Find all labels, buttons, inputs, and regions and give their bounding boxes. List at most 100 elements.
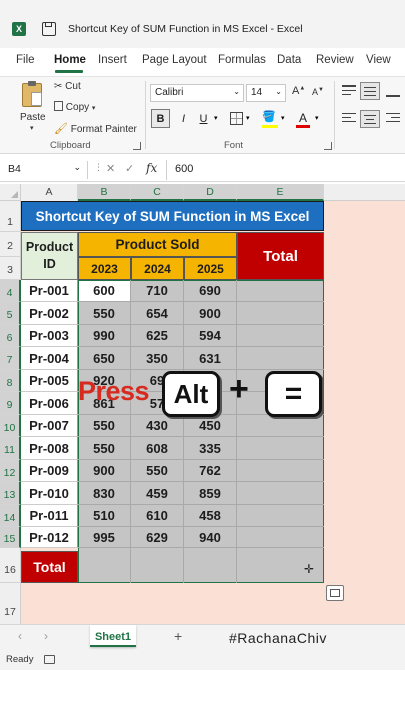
underline-dropdown-icon[interactable]: ▾ — [214, 114, 218, 122]
tab-review[interactable]: Review — [316, 54, 354, 66]
font-size-combo[interactable]: 14 ⌄ — [246, 84, 286, 102]
product-id-cell[interactable]: Pr-011 — [21, 505, 78, 527]
title-banner[interactable]: Shortcut Key of SUM Function in MS Excel — [21, 201, 324, 231]
align-left-icon[interactable] — [342, 113, 356, 125]
total-header[interactable]: Total — [237, 232, 324, 280]
sales-value-cell[interactable]: 762 — [184, 460, 237, 482]
align-center-icon[interactable] — [360, 110, 380, 128]
sales-value-cell[interactable]: 625 — [131, 325, 184, 347]
chevron-left-icon[interactable]: ‹ — [18, 629, 22, 643]
sales-value-cell[interactable]: 350 — [131, 347, 184, 370]
sales-value-cell[interactable]: 550 — [78, 415, 131, 437]
column-header-a[interactable]: A — [21, 184, 78, 201]
sales-value-cell[interactable]: 335 — [184, 437, 237, 460]
row-header-5[interactable]: 5 — [0, 302, 21, 325]
sales-value-cell[interactable]: 608 — [131, 437, 184, 460]
fill-color-icon[interactable]: 🪣 — [262, 110, 278, 128]
row-header-16[interactable]: 16 — [0, 548, 21, 583]
sales-value-cell[interactable]: 631 — [184, 347, 237, 370]
copy-dropdown-icon[interactable]: ▾ — [92, 105, 96, 112]
product-id-cell[interactable]: Pr-006 — [21, 392, 78, 415]
total-value-cell[interactable] — [237, 437, 324, 460]
sales-value-cell[interactable]: 459 — [131, 482, 184, 505]
column-header-b[interactable]: B — [78, 184, 131, 201]
enter-icon[interactable]: ✓ — [125, 162, 134, 175]
font-color-icon[interactable]: A — [296, 109, 310, 128]
sales-value-cell[interactable]: 830 — [78, 482, 131, 505]
product-id-cell[interactable]: Pr-001 — [21, 280, 78, 302]
total-row-cell[interactable] — [131, 548, 184, 583]
tab-insert[interactable]: Insert — [98, 54, 127, 66]
product-id-cell[interactable]: Pr-008 — [21, 437, 78, 460]
sales-value-cell[interactable]: 995 — [78, 527, 131, 548]
tab-home[interactable]: Home — [54, 54, 86, 66]
sales-value-cell[interactable]: 650 — [78, 347, 131, 370]
select-all-corner[interactable] — [0, 184, 21, 201]
paste-button[interactable]: Paste ▾ — [18, 81, 48, 132]
sales-value-cell[interactable]: 550 — [78, 437, 131, 460]
product-id-cell[interactable]: Pr-002 — [21, 302, 78, 325]
sales-value-cell[interactable]: 859 — [184, 482, 237, 505]
row-header-6[interactable]: 6 — [0, 325, 21, 347]
row-header-8[interactable]: 8 — [0, 370, 21, 392]
row-header-7[interactable]: 7 — [0, 347, 21, 370]
total-value-cell[interactable] — [237, 460, 324, 482]
formula-input[interactable]: 600 — [175, 163, 193, 175]
product-id-cell[interactable]: Pr-005 — [21, 370, 78, 392]
year-2023-header[interactable]: 2023 — [78, 257, 131, 280]
cancel-icon[interactable]: ✕ — [106, 162, 115, 175]
sales-value-cell[interactable]: 450 — [184, 415, 237, 437]
sales-value-cell[interactable]: 600 — [78, 280, 131, 302]
row-header-11[interactable]: 11 — [0, 437, 21, 460]
row-header-10[interactable]: 10 — [0, 415, 21, 437]
tab-data[interactable]: Data — [277, 54, 301, 66]
sheet-tab-sheet1[interactable]: Sheet1 — [90, 625, 136, 647]
add-sheet-button[interactable]: + — [174, 628, 182, 644]
row-header-2[interactable]: 2 — [0, 232, 21, 257]
font-launcher-icon[interactable] — [324, 142, 332, 150]
product-id-cell[interactable]: Pr-010 — [21, 482, 78, 505]
row-header-14[interactable]: 14 — [0, 505, 21, 527]
insert-function-icon[interactable]: fx — [146, 161, 157, 175]
cut-button[interactable]: ✂ Cut — [54, 81, 81, 92]
sales-value-cell[interactable]: 940 — [184, 527, 237, 548]
total-row-label[interactable]: Total — [21, 551, 78, 583]
copy-button[interactable]: Copy ▾ — [54, 101, 95, 113]
align-right-icon[interactable] — [386, 113, 400, 125]
row-header-13[interactable]: 13 — [0, 482, 21, 505]
sales-value-cell[interactable]: 550 — [78, 302, 131, 325]
column-header-e[interactable]: E — [237, 184, 324, 201]
bold-button[interactable]: B — [151, 109, 170, 128]
sales-value-cell[interactable]: 654 — [131, 302, 184, 325]
sales-value-cell[interactable]: 629 — [131, 527, 184, 548]
total-value-cell[interactable] — [237, 527, 324, 548]
sales-value-cell[interactable]: 900 — [78, 460, 131, 482]
tab-page-layout[interactable]: Page Layout — [142, 54, 207, 66]
year-2025-header[interactable]: 2025 — [184, 257, 237, 280]
chevron-right-icon[interactable]: › — [44, 629, 48, 643]
sales-value-cell[interactable]: 458 — [184, 505, 237, 527]
total-value-cell[interactable] — [237, 347, 324, 370]
quick-analysis-icon[interactable] — [326, 585, 344, 601]
column-header-d[interactable]: D — [184, 184, 237, 201]
align-bottom-icon[interactable] — [386, 85, 400, 97]
sales-value-cell[interactable]: 690 — [184, 280, 237, 302]
product-id-cell[interactable]: Pr-012 — [21, 527, 78, 548]
sales-value-cell[interactable]: 710 — [131, 280, 184, 302]
product-id-header[interactable]: Product ID — [21, 232, 78, 280]
increase-font-icon[interactable]: A▲ — [292, 85, 305, 97]
tab-file[interactable]: File — [16, 54, 35, 66]
total-value-cell[interactable] — [237, 415, 324, 437]
sales-value-cell[interactable]: 610 — [131, 505, 184, 527]
save-icon[interactable] — [42, 22, 56, 36]
fill-dropdown-icon[interactable]: ▾ — [281, 114, 285, 122]
align-top-icon[interactable] — [342, 85, 356, 97]
total-value-cell[interactable] — [237, 280, 324, 302]
sales-value-cell[interactable]: 900 — [184, 302, 237, 325]
year-2024-header[interactable]: 2024 — [131, 257, 184, 280]
tab-formulas[interactable]: Formulas — [218, 54, 266, 66]
sales-value-cell[interactable]: 550 — [131, 460, 184, 482]
product-sold-header[interactable]: Product Sold — [78, 232, 237, 257]
product-id-cell[interactable]: Pr-007 — [21, 415, 78, 437]
sales-value-cell[interactable]: 430 — [131, 415, 184, 437]
